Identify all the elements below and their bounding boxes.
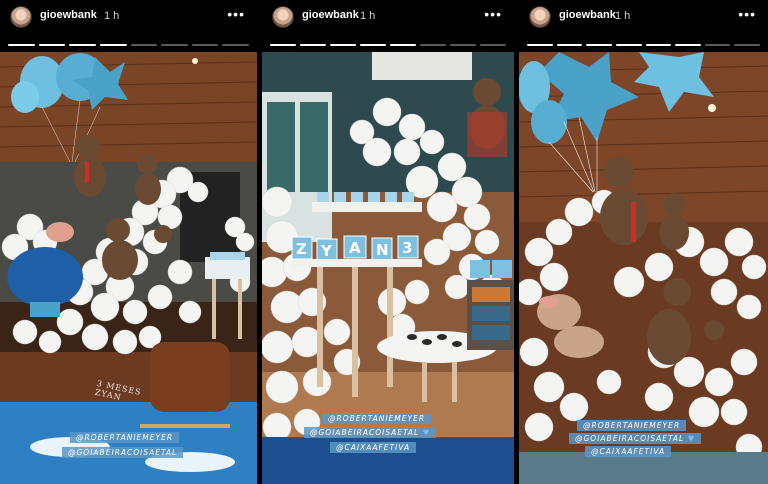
svg-text:Y: Y	[320, 242, 333, 260]
svg-text:3: 3	[402, 239, 412, 257]
story-photo	[0, 52, 257, 484]
more-options-icon[interactable]: •••	[484, 6, 502, 22]
more-options-icon[interactable]: •••	[738, 6, 756, 22]
avatar[interactable]	[529, 6, 551, 28]
avatar[interactable]	[10, 6, 32, 28]
story-panel-3[interactable]: gioewbank 1 h ••• @ROBERTANIEMEYER @GOIA…	[519, 0, 768, 484]
mention-tag[interactable]: @ROBERTANIEMEYER	[577, 420, 687, 431]
mention-tag[interactable]: @ROBERTANIEMEYER	[70, 432, 180, 443]
story-panel-2[interactable]: gioewbank 1 h ••• Z Y A N 3 @ROBERTANIEM…	[262, 0, 514, 484]
post-time: 1 h	[615, 10, 631, 22]
svg-text:Z: Z	[296, 240, 307, 258]
story-header: gioewbank 1 h •••	[0, 0, 257, 52]
post-time: 1 h	[360, 10, 376, 22]
username[interactable]: gioewbank	[40, 9, 97, 21]
mention-tag[interactable]: @GOIABEIRACOISAETAL	[62, 447, 184, 458]
svg-text:A: A	[349, 239, 361, 257]
mention-tag[interactable]: @GOIABEIRACOISAETAL	[569, 433, 702, 444]
story-header: gioewbank 1 h •••	[519, 0, 768, 52]
mention-tag[interactable]: @GOIABEIRACOISAETAL	[304, 427, 437, 438]
story-panel-1[interactable]: gioewbank 1 h ••• 3 MESES ZYAN @ROBERTAN…	[0, 0, 257, 484]
party-scene-1	[0, 52, 257, 484]
username[interactable]: gioewbank	[302, 9, 359, 21]
svg-text:N: N	[376, 241, 389, 259]
story-header: gioewbank 1 h •••	[262, 0, 514, 52]
story-progress-bar	[270, 44, 506, 46]
mention-tag[interactable]: @ROBERTANIEMEYER	[322, 413, 432, 424]
mention-tag[interactable]: @CAIXAAFETIVA	[330, 442, 417, 453]
avatar[interactable]	[272, 6, 294, 28]
story-progress-bar	[8, 44, 249, 46]
story-progress-bar	[527, 44, 760, 46]
post-time: 1 h	[104, 10, 120, 22]
username[interactable]: gioewbank	[559, 9, 616, 21]
more-options-icon[interactable]: •••	[227, 6, 245, 22]
mention-tag[interactable]: @CAIXAAFETIVA	[585, 446, 672, 457]
